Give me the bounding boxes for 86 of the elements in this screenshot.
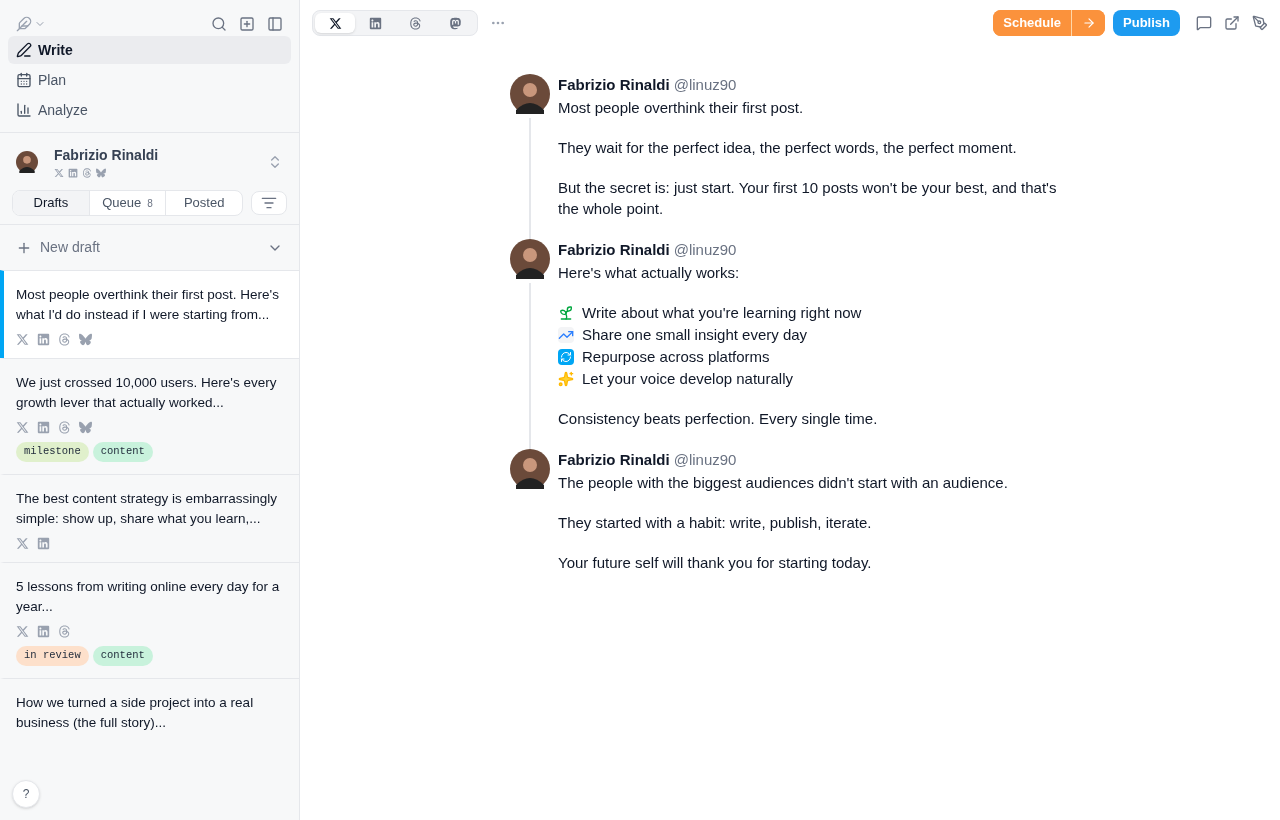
tag: in review (16, 645, 89, 666)
search-icon[interactable] (211, 16, 227, 32)
queue-count: 8 (147, 196, 153, 211)
butterfly-logo-icon (79, 333, 92, 346)
list-item: Share one small insight every day (582, 325, 808, 345)
post-paragraph: But the secret is: just start. Your first 10 posts won't be your best, and that's the whole point. (558, 178, 1058, 219)
sparkles-icon (558, 370, 574, 387)
app-menu-button[interactable] (16, 16, 46, 32)
author-handle: @linuz90 (673, 450, 737, 470)
draft-tab[interactable]: Drafts (13, 191, 90, 215)
post-paragraph: Most people overthink their first post. (558, 98, 805, 118)
x-logo-icon (54, 168, 64, 178)
x-logo-icon (16, 421, 29, 434)
avatar (16, 150, 38, 173)
linkedin-logo-icon (37, 536, 50, 550)
draft-item[interactable]: Most people overthink their first post. Here's what I'd do instead if I were starting from... (0, 270, 299, 358)
tag: content (92, 442, 153, 462)
author-handle: @linuz90 (673, 75, 737, 95)
tag: content (92, 645, 153, 666)
pen-tool-icon[interactable] (1252, 15, 1268, 31)
draft-tab[interactable]: Posted (166, 191, 242, 215)
draft-item[interactable]: 5 lessons from writing online every day for a year... in review content (0, 561, 299, 678)
draft-item[interactable]: We just crossed 10,000 users. Here's every growth lever that actually worked... milestone content (0, 358, 299, 474)
draft-preview: Most people overthink their first post. Here's what I'd do instead if I were starting from... (16, 286, 280, 324)
avatar (510, 449, 550, 489)
linkedin-logo-icon (37, 333, 50, 346)
post-paragraph: They started with a habit: write, publish, iterate. (558, 513, 873, 533)
draft-item[interactable]: How we turned a side project into a real business (the full story)... (0, 677, 299, 745)
draft-preview: We just crossed 10,000 users. Here's every growth lever that actually worked... (16, 374, 278, 412)
author-handle: @linuz90 (673, 240, 737, 260)
linkedin-logo-icon (368, 16, 382, 30)
filter-button[interactable] (251, 191, 287, 215)
arrow-right-icon (1081, 16, 1096, 30)
linkedin-logo-icon (37, 421, 50, 434)
draft-preview: The best content strategy is embarrassingly simple: show up, share what you learn,... (16, 489, 279, 528)
schedule-options-button[interactable] (1071, 10, 1106, 36)
feather-icon (16, 16, 32, 32)
threads-logo-icon (58, 421, 71, 434)
author-name: Fabrizio Rinaldi (558, 75, 670, 95)
linkedin-logo-icon (68, 168, 78, 178)
list-item: Repurpose across platforms (582, 347, 770, 367)
post-paragraph: The people with the biggest audiences didn't start with an audience. (558, 473, 1009, 493)
x-logo-icon (16, 624, 29, 638)
calendar-icon (16, 72, 32, 88)
sprout-icon (558, 304, 574, 321)
post-paragraph: Consistency beats perfection. Every single time. (558, 409, 879, 429)
nav-item[interactable]: Plan (8, 66, 291, 94)
pen-icon (16, 42, 32, 58)
butterfly-logo-icon (96, 168, 106, 178)
threads-logo-icon (58, 333, 71, 346)
draft-tab[interactable]: Queue 8 (89, 191, 167, 215)
threads-logo-icon (408, 16, 422, 30)
account-name: Fabrizio Rinaldi (54, 146, 160, 165)
avatar (510, 74, 550, 114)
bar-chart-icon (16, 102, 32, 118)
post-paragraph: Here's what actually works: (558, 263, 741, 283)
author-name: Fabrizio Rinaldi (558, 240, 670, 260)
new-note-icon[interactable] (239, 16, 255, 32)
x-logo-icon (328, 16, 342, 30)
nav-item[interactable]: Write (8, 36, 291, 64)
post-paragraph: They wait for the perfect idea, the perfect words, the perfect moment. (558, 138, 1018, 158)
external-link-icon[interactable] (1224, 15, 1240, 31)
list-item: Write about what you're learning right now (582, 303, 862, 323)
tag: milestone (16, 442, 89, 462)
draft-item[interactable]: The best content strategy is embarrassingly simple: show up, share what you learn,... (0, 473, 299, 562)
repeat-icon (558, 348, 574, 365)
x-logo-icon (16, 333, 29, 346)
nav-item[interactable]: Analyze (8, 96, 291, 124)
platform-tab[interactable] (315, 13, 355, 33)
trend-chart-icon (558, 326, 574, 343)
comment-icon[interactable] (1196, 15, 1212, 31)
help-button[interactable]: ? (12, 780, 40, 808)
butterfly-logo-icon (79, 421, 92, 434)
avatar (510, 239, 550, 279)
author-name: Fabrizio Rinaldi (558, 450, 670, 470)
sidebar-toggle-icon[interactable] (267, 16, 283, 32)
threads-logo-icon (58, 624, 71, 638)
mastodon-logo-icon (448, 16, 462, 30)
filter-icon (261, 195, 277, 211)
draft-preview: How we turned a side project into a real business (the full story)... (16, 693, 255, 732)
list-item: Let your voice develop naturally (582, 369, 793, 389)
linkedin-logo-icon (37, 624, 50, 638)
draft-preview: 5 lessons from writing online every day for a year... (16, 577, 281, 616)
x-logo-icon (16, 536, 29, 550)
threads-logo-icon (82, 168, 92, 178)
post-paragraph: Your future self will thank you for starting today. (558, 553, 873, 573)
